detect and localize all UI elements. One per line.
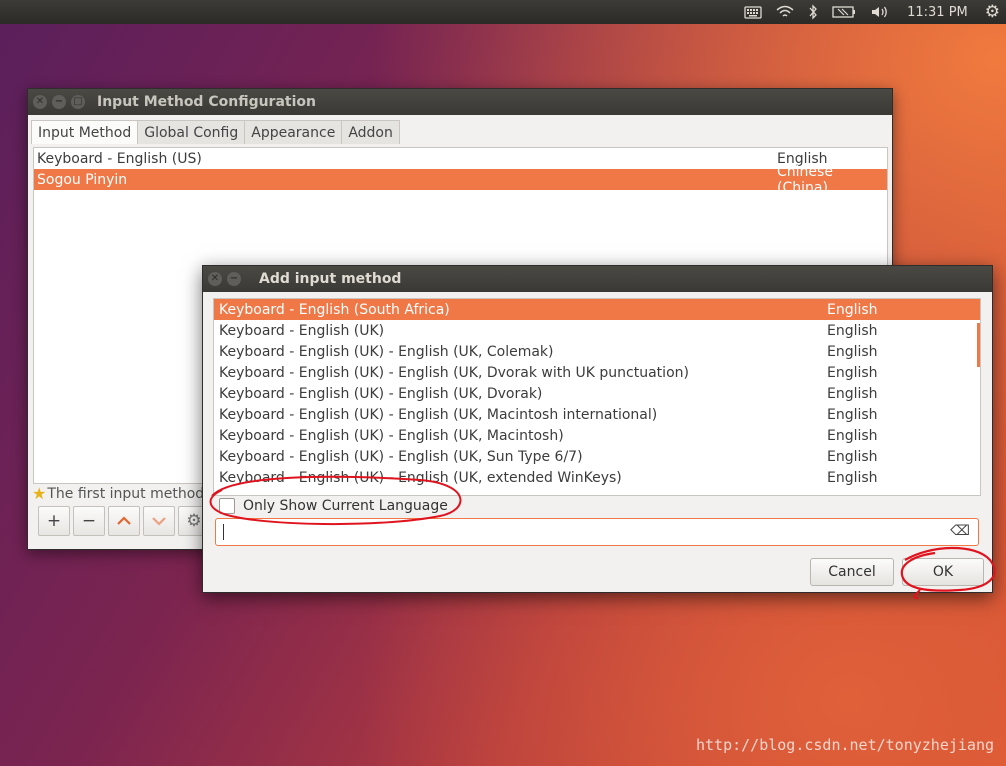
method-language: English — [827, 448, 878, 465]
list-toolbar: + − ⚙ — [38, 506, 213, 536]
tab-appearance[interactable]: Appearance — [244, 120, 343, 144]
search-input[interactable]: ⌫ — [215, 518, 979, 546]
remove-button[interactable]: − — [73, 506, 105, 536]
method-name: Keyboard - English (UK) - English (UK, S… — [219, 448, 583, 465]
add-button[interactable]: + — [38, 506, 70, 536]
list-item[interactable]: Keyboard - English (UK) - English (UK, M… — [214, 425, 980, 446]
maximize-icon[interactable]: □ — [71, 95, 85, 109]
clear-icon[interactable]: ⌫ — [950, 523, 970, 539]
chevron-down-icon — [152, 517, 166, 526]
star-icon: ★ — [32, 484, 47, 503]
method-name: Keyboard - English (UK) - English (UK, C… — [219, 343, 554, 360]
move-up-button[interactable] — [108, 506, 140, 536]
method-language: English — [827, 301, 878, 318]
ok-button[interactable]: OK — [902, 558, 984, 586]
minimize-icon[interactable]: − — [227, 272, 241, 286]
method-language: English — [827, 322, 878, 339]
minimize-icon[interactable]: − — [52, 95, 66, 109]
wrench-icon: ⚙ — [186, 511, 202, 531]
tab-input-method[interactable]: Input Method — [31, 120, 139, 144]
list-item[interactable]: Keyboard - English (US) English — [34, 148, 887, 169]
method-language: English — [827, 469, 878, 486]
input-method-language: Chinese (China) — [777, 163, 833, 196]
list-item[interactable]: Keyboard - English (UK) - English (UK, M… — [214, 404, 980, 425]
method-name: Keyboard - English (UK) - English (UK, M… — [219, 427, 564, 444]
close-icon[interactable]: ✕ — [208, 272, 222, 286]
gear-icon[interactable]: ⚙ — [985, 0, 1000, 24]
method-language: English — [827, 427, 878, 444]
note-text: The first input method — [47, 485, 205, 502]
cancel-button[interactable]: Cancel — [810, 558, 894, 586]
only-current-language-label: Only Show Current Language — [243, 498, 448, 514]
list-scrollbar[interactable] — [977, 323, 980, 367]
tab-addon[interactable]: Addon — [341, 120, 400, 144]
keyboard-icon[interactable] — [744, 0, 762, 24]
list-item[interactable]: Keyboard - English (UK) - English (UK, C… — [214, 341, 980, 362]
list-item[interactable]: Keyboard - English (UK) - English (UK, S… — [214, 446, 980, 467]
input-method-name: Sogou Pinyin — [37, 171, 128, 188]
method-name: Keyboard - English (UK) - English (UK, D… — [219, 385, 543, 402]
first-input-method-note: ★ The first input method — [32, 484, 204, 503]
method-language: English — [827, 364, 878, 381]
dialog-title: Add input method — [259, 271, 402, 287]
list-item[interactable]: Keyboard - English (UK) - English (UK, D… — [214, 362, 980, 383]
move-down-button[interactable] — [143, 506, 175, 536]
add-input-method-dialog: ✕ − Add input method Keyboard - English … — [202, 265, 993, 593]
battery-icon[interactable] — [832, 0, 856, 24]
bluetooth-icon[interactable] — [808, 0, 818, 24]
window-titlebar: ✕ − □ Input Method Configuration — [28, 89, 892, 115]
list-item[interactable]: Keyboard - English (UK) - English (UK, D… — [214, 383, 980, 404]
only-current-language-option[interactable]: Only Show Current Language — [219, 498, 448, 514]
method-name: Keyboard - English (UK) - English (UK, e… — [219, 469, 622, 486]
list-item[interactable]: Keyboard - English (UK) - English (UK, e… — [214, 467, 980, 488]
tab-bar: Input Method Global Config Appearance Ad… — [31, 120, 892, 144]
method-name: Keyboard - English (South Africa) — [219, 301, 450, 318]
method-name: Keyboard - English (UK) - English (UK, M… — [219, 406, 658, 423]
method-name: Keyboard - English (UK) — [219, 322, 385, 339]
wifi-icon[interactable] — [776, 0, 794, 24]
window-title: Input Method Configuration — [97, 94, 316, 110]
chevron-up-icon — [117, 516, 131, 525]
close-icon[interactable]: ✕ — [33, 95, 47, 109]
text-cursor — [223, 524, 224, 540]
method-name: Keyboard - English (UK) - English (UK, D… — [219, 364, 689, 381]
only-current-language-checkbox[interactable] — [219, 498, 235, 514]
list-item[interactable]: Sogou Pinyin Chinese (China) — [34, 164, 887, 196]
input-method-name: Keyboard - English (US) — [37, 150, 202, 167]
top-panel: 11:31 PM ⚙ — [0, 0, 1006, 24]
list-item[interactable]: Keyboard - English (South Africa) English — [214, 299, 980, 320]
volume-icon[interactable] — [870, 0, 890, 24]
clock[interactable]: 11:31 PM — [907, 5, 968, 20]
method-language: English — [827, 406, 878, 423]
watermark: http://blog.csdn.net/tonyzhejiang — [695, 736, 994, 754]
dialog-titlebar: ✕ − Add input method — [203, 266, 992, 292]
list-item[interactable]: Keyboard - English (UK) English — [214, 320, 980, 341]
available-methods-list[interactable]: Keyboard - English (South Africa) English… — [213, 298, 981, 496]
method-language: English — [827, 343, 878, 360]
method-language: English — [827, 385, 878, 402]
tab-global-config[interactable]: Global Config — [137, 120, 246, 144]
